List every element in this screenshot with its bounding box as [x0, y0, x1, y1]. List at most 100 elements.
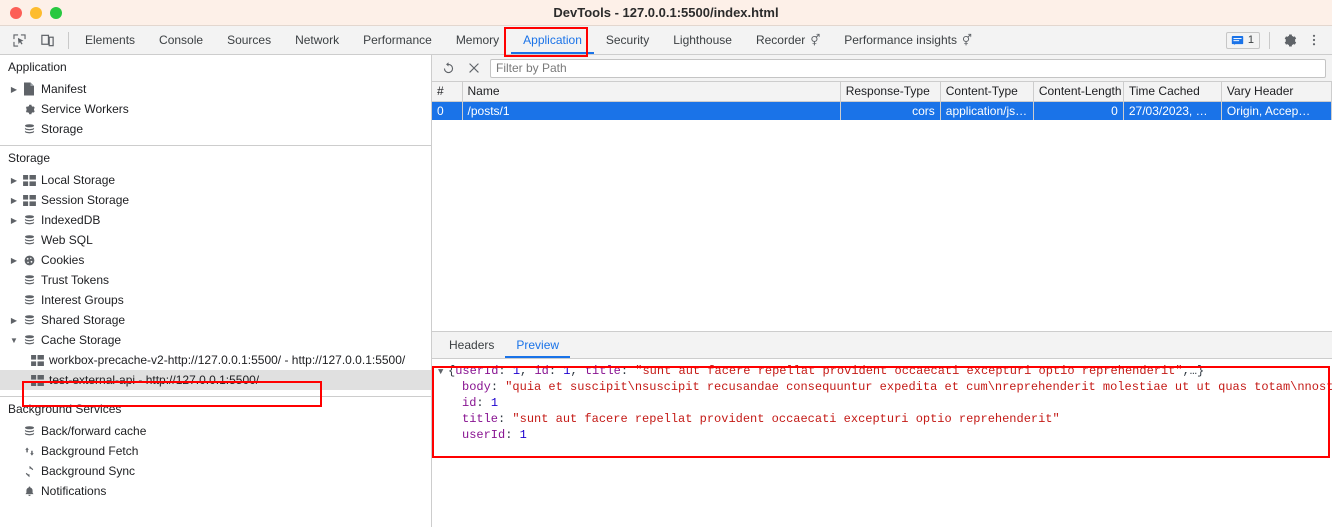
chevron-right-icon[interactable]: ▶	[8, 256, 20, 265]
tab-security[interactable]: Security	[594, 26, 661, 54]
preview-child-line: title: "sunt aut facere repellat provide…	[438, 411, 1332, 427]
table-empty-area	[432, 120, 1332, 331]
sidebar-item-label: Interest Groups	[41, 293, 124, 307]
sidebar-item-cache-workbox-precache[interactable]: workbox-precache-v2-http://127.0.0.1:550…	[0, 350, 431, 370]
tab-application[interactable]: Application	[511, 26, 594, 54]
tab-network[interactable]: Network	[283, 26, 351, 54]
chevron-right-icon[interactable]: ▶	[8, 216, 20, 225]
sidebar-item-manifest[interactable]: ▶ Manifest	[0, 79, 431, 99]
cell-index: 0	[432, 101, 463, 120]
filter-by-path-input[interactable]	[490, 58, 1326, 78]
preview-punct: :	[620, 364, 636, 378]
sidebar-section-background-services-title: Background Services	[8, 402, 122, 416]
database-icon	[20, 214, 38, 227]
preview-key: id	[534, 364, 549, 378]
preview-punct: :	[498, 364, 513, 378]
column-header-index[interactable]: #	[432, 82, 463, 102]
preview-number: 1	[490, 396, 499, 410]
database-icon	[20, 234, 38, 247]
sidebar-item-label: Local Storage	[41, 173, 116, 187]
tab-recorder[interactable]: Recorder ⚥	[744, 26, 832, 54]
sidebar-item-session-storage[interactable]: ▶ Session Storage	[0, 190, 431, 210]
cache-storage-panel: # Name Response-Type Content-Type Conten…	[432, 55, 1332, 527]
table-grid-icon	[20, 194, 38, 206]
preview-child-line: userId: 1	[438, 427, 1332, 443]
chevron-right-icon[interactable]: ▶	[8, 196, 20, 205]
tab-label: Security	[605, 33, 650, 47]
tab-elements[interactable]: Elements	[73, 26, 147, 54]
tab-memory[interactable]: Memory	[444, 26, 511, 54]
preview-child-line: id: 1	[438, 395, 1332, 411]
sidebar-item-label: Storage	[41, 122, 84, 136]
sidebar-item-trust-tokens[interactable]: ▶ Trust Tokens	[0, 270, 431, 290]
sidebar-item-indexeddb[interactable]: ▶ IndexedDB	[0, 210, 431, 230]
tab-performance-insights[interactable]: Performance insights ⚥	[832, 26, 984, 54]
chevron-right-icon[interactable]: ▶	[8, 85, 20, 94]
tab-headers[interactable]: Headers	[438, 332, 505, 358]
table-row[interactable]: 0 /posts/1 cors application/js… 0 27/03/…	[432, 101, 1332, 120]
application-sidebar: Application ▶ Manifest ▶ Service Workers…	[0, 55, 432, 527]
database-icon	[20, 274, 38, 287]
preview-colon: :	[498, 412, 513, 426]
kebab-menu-icon[interactable]	[1304, 30, 1324, 50]
tab-preview[interactable]: Preview	[505, 332, 570, 358]
sidebar-item-background-sync[interactable]: ▶ Background Sync	[0, 461, 431, 481]
column-header-vary-header[interactable]: Vary Header	[1221, 82, 1332, 102]
tab-label: Elements	[85, 33, 136, 47]
column-header-time-cached[interactable]: Time Cached	[1123, 82, 1222, 102]
tab-label: Application	[523, 33, 582, 47]
inspect-element-icon[interactable]	[8, 29, 30, 51]
sidebar-item-web-sql[interactable]: ▶ Web SQL	[0, 230, 431, 250]
sidebar-item-storage[interactable]: ▶ Storage	[0, 119, 431, 139]
toolbar-divider	[68, 31, 69, 49]
cell-time-cached: 27/03/2023, …	[1123, 101, 1222, 120]
column-header-name[interactable]: Name	[462, 82, 841, 102]
preview-root-line[interactable]: ▼ {userId: 1, id: 1, title: "sunt aut fac…	[438, 363, 1332, 379]
sidebar-item-shared-storage[interactable]: ▶ Shared Storage	[0, 310, 431, 330]
preview-punct: ,	[570, 364, 585, 378]
gear-icon[interactable]	[1279, 30, 1299, 50]
sidebar-item-back-forward-cache[interactable]: ▶ Back/forward cache	[0, 421, 431, 441]
sidebar-item-notifications[interactable]: ▶ Notifications	[0, 481, 431, 501]
chevron-down-icon[interactable]: ▼	[438, 364, 448, 379]
preview-key: userId	[455, 364, 499, 378]
table-grid-icon	[28, 354, 46, 366]
sidebar-item-cache-test-external-api[interactable]: test-external-api - http://127.0.0.1:550…	[0, 370, 431, 390]
column-header-content-type[interactable]: Content-Type	[940, 82, 1034, 102]
fetch-arrows-icon	[20, 445, 38, 458]
maximize-window-button[interactable]	[50, 6, 62, 19]
devtools-body: Application ▶ Manifest ▶ Service Workers…	[0, 55, 1332, 527]
issues-message-icon	[1231, 35, 1244, 45]
column-header-response-type[interactable]: Response-Type	[840, 82, 941, 102]
sync-refresh-icon	[20, 465, 38, 478]
cell-vary-header: Origin, Accep…	[1221, 101, 1332, 120]
preview-key: userId	[462, 428, 506, 442]
close-window-button[interactable]	[10, 6, 22, 19]
chevron-down-icon[interactable]: ▼	[8, 336, 20, 345]
sidebar-item-cookies[interactable]: ▶ Cookies	[0, 250, 431, 270]
tab-sources[interactable]: Sources	[215, 26, 283, 54]
tab-performance[interactable]: Performance	[351, 26, 444, 54]
device-toolbar-icon[interactable]	[36, 29, 58, 51]
refresh-icon[interactable]	[438, 58, 458, 78]
sidebar-item-background-fetch[interactable]: ▶ Background Fetch	[0, 441, 431, 461]
sidebar-item-service-workers[interactable]: ▶ Service Workers	[0, 99, 431, 119]
delete-x-icon[interactable]	[464, 58, 484, 78]
tab-lighthouse[interactable]: Lighthouse	[661, 26, 744, 54]
issues-badge[interactable]: 1	[1225, 31, 1260, 49]
sidebar-item-cache-storage[interactable]: ▼ Cache Storage	[0, 330, 431, 350]
tab-label: Memory	[455, 33, 500, 47]
cell-content-length: 0	[1033, 101, 1124, 120]
sidebar-item-label: Session Storage	[41, 193, 130, 207]
chevron-right-icon[interactable]: ▶	[8, 316, 20, 325]
json-preview-viewer[interactable]: ▼ {userId: 1, id: 1, title: "sunt aut fac…	[432, 359, 1332, 527]
tab-console[interactable]: Console	[147, 26, 215, 54]
preview-string: "quia et suscipit\nsuscipit recusandae c…	[505, 380, 1332, 394]
chevron-right-icon[interactable]: ▶	[8, 176, 20, 185]
sidebar-item-local-storage[interactable]: ▶ Local Storage	[0, 170, 431, 190]
window-controls[interactable]	[0, 6, 62, 19]
preview-number: 1	[519, 428, 527, 442]
column-header-content-length[interactable]: Content-Length	[1033, 82, 1124, 102]
minimize-window-button[interactable]	[30, 6, 42, 19]
sidebar-item-interest-groups[interactable]: ▶ Interest Groups	[0, 290, 431, 310]
